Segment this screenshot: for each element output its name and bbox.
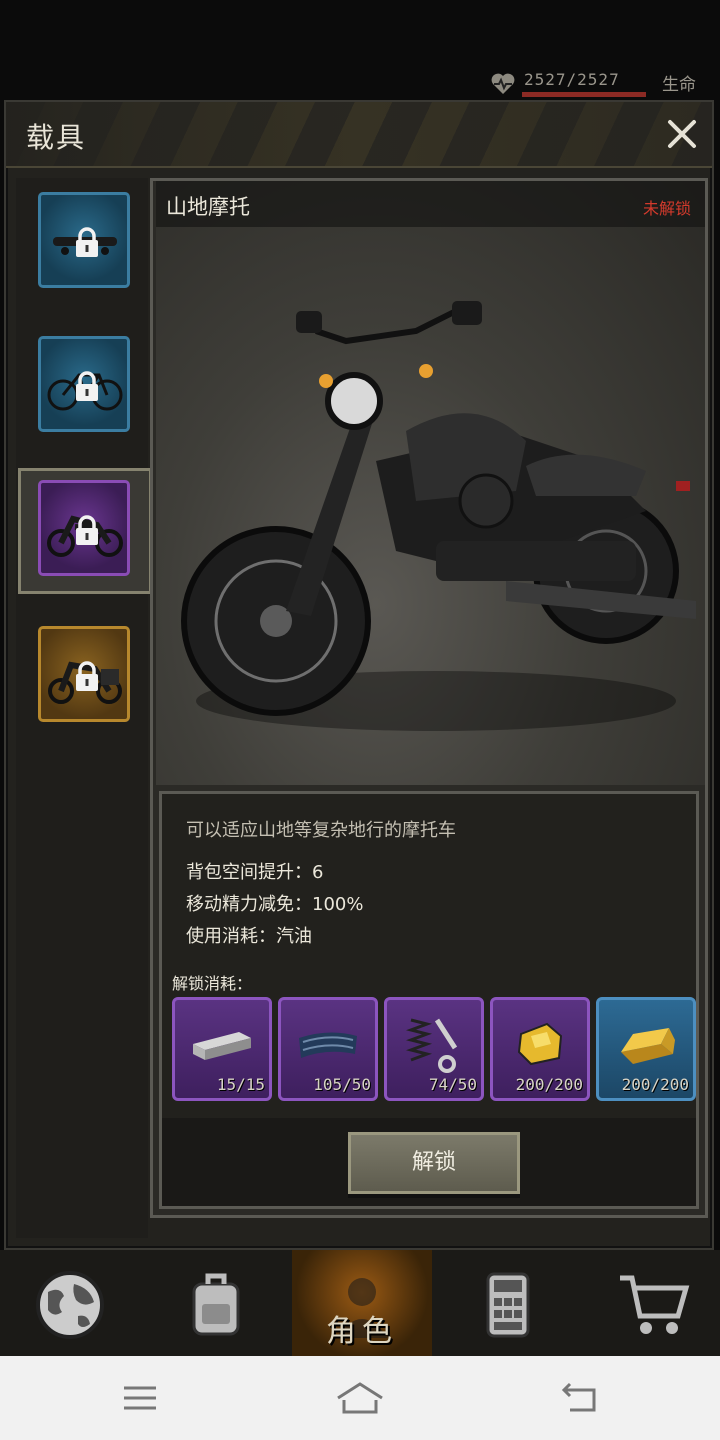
lock-icon — [76, 227, 98, 257]
vehicle-name: 山地摩托 — [166, 195, 250, 219]
calculator-icon — [486, 1272, 530, 1338]
vehicle-slot-motorcycle[interactable] — [38, 480, 130, 576]
lock-icon — [76, 371, 98, 401]
lock-icon — [76, 515, 98, 545]
vehicle-preview: 山地摩托 未解锁 — [156, 181, 705, 785]
vehicle-slot-skateboard[interactable] — [38, 192, 130, 288]
background-hud: 2527/2527 生命 — [0, 0, 720, 110]
vehicle-name-bar: 山地摩托 未解锁 — [156, 181, 705, 227]
close-icon[interactable] — [662, 114, 702, 154]
vehicle-detail: 山地摩托 未解锁 可以适应山地等复杂地行的摩托车 背包空间提升：6 移动精力减免… — [150, 178, 708, 1218]
cost-item-steel-beam[interactable]: 15/15 — [172, 997, 272, 1101]
vehicle-slot-touring-motorcycle[interactable] — [38, 626, 130, 722]
steel-beam-icon — [193, 1032, 251, 1060]
globe-icon — [36, 1271, 104, 1339]
cost-count: 15/15 — [216, 1075, 265, 1094]
cost-count: 200/200 — [515, 1075, 583, 1094]
unlock-button[interactable]: 解锁 — [348, 1132, 520, 1194]
modal-title: 载具 — [26, 121, 87, 154]
back-icon[interactable] — [550, 1376, 610, 1420]
hp-bar — [522, 92, 646, 97]
stat-stamina: 移动精力减免：100% — [186, 894, 364, 915]
vehicle-info: 可以适应山地等复杂地行的摩托车 背包空间提升：6 移动精力减免：100% 使用消… — [159, 791, 699, 1209]
nav-role-button[interactable]: 角色 — [292, 1250, 432, 1356]
motorcycle-illustration — [181, 301, 696, 731]
hp-label: 生命 — [662, 75, 696, 95]
nav-calculator-button[interactable] — [438, 1250, 578, 1356]
gold-ore-icon — [517, 1022, 563, 1066]
menu-icon[interactable] — [110, 1376, 170, 1420]
vehicle-tile — [38, 336, 130, 432]
backpack-icon — [192, 1273, 240, 1336]
spring-bolt-icon — [405, 1018, 458, 1073]
hp-display: 2527/2527 生命 — [488, 68, 720, 102]
cost-count: 105/50 — [313, 1075, 371, 1094]
cart-icon — [620, 1275, 690, 1334]
cost-count: 200/200 — [621, 1075, 689, 1094]
nav-shop-button[interactable] — [584, 1250, 720, 1356]
steel-sheet-icon — [299, 1032, 357, 1058]
nav-world-button[interactable] — [0, 1250, 140, 1356]
vehicle-slot-bicycle[interactable] — [38, 336, 130, 432]
vehicle-list — [16, 178, 152, 1238]
cost-count: 74/50 — [428, 1075, 477, 1094]
nav-backpack-button[interactable] — [146, 1250, 286, 1356]
cost-item-spring-bolt[interactable]: 74/50 — [384, 997, 484, 1101]
lock-status: 未解锁 — [642, 199, 691, 218]
vehicle-tile — [38, 626, 130, 722]
unlock-cost-label: 解锁消耗： — [172, 974, 253, 993]
cost-item-steel-sheet[interactable]: 105/50 — [278, 997, 378, 1101]
lock-icon — [76, 661, 98, 691]
modal-header: 载具 — [6, 102, 712, 168]
system-nav-bar — [0, 1356, 720, 1440]
heart-pulse-icon — [491, 73, 515, 94]
vehicle-description: 可以适应山地等复杂地行的摩托车 — [186, 820, 456, 841]
gold-bar-icon — [621, 1028, 675, 1064]
home-icon[interactable] — [330, 1376, 390, 1420]
vehicle-tile — [38, 480, 130, 576]
cost-item-gold-ore[interactable]: 200/200 — [490, 997, 590, 1101]
hp-value: 2527/2527 — [524, 70, 620, 89]
stat-fuel: 使用消耗：汽油 — [186, 926, 312, 947]
stat-backpack: 背包空间提升：6 — [186, 862, 324, 883]
vehicle-tile — [38, 192, 130, 288]
unlock-footer: 解锁 — [162, 1118, 696, 1206]
nav-role-label: 角色 — [326, 1314, 398, 1349]
game-nav-bar: 角色 — [0, 1250, 720, 1356]
vehicle-modal: 载具 山地摩托 未解锁 可以适应山地等复杂地行的摩托车 背包空间提升：6 移动精… — [4, 100, 714, 1250]
cost-item-gold-bar[interactable]: 200/200 — [596, 997, 696, 1101]
